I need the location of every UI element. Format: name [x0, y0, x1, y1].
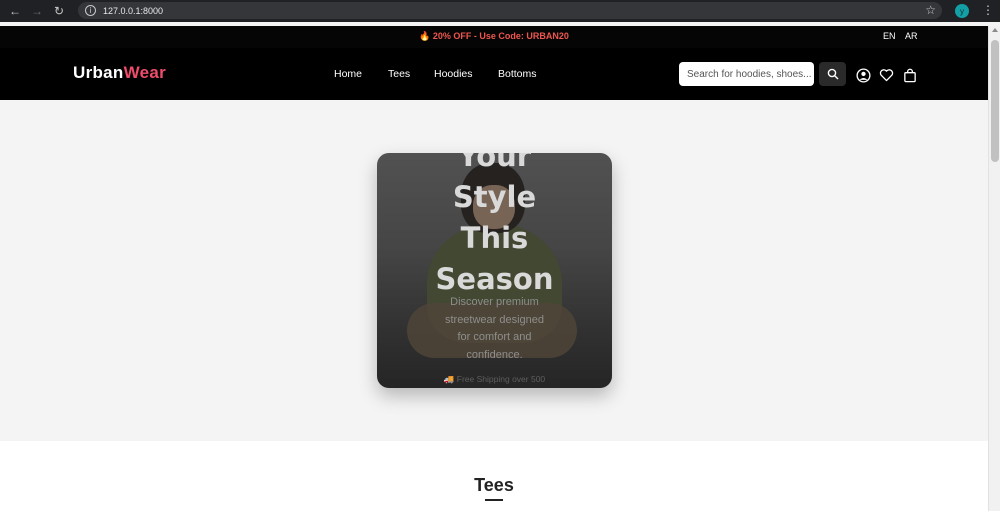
scroll-up-arrow[interactable]	[992, 28, 998, 32]
hero-title-line: Style	[452, 180, 537, 214]
forward-icon[interactable]: →	[30, 4, 44, 18]
address-url: 127.0.0.1:8000	[103, 5, 164, 16]
search-button[interactable]	[819, 62, 846, 86]
logo-urban: Urban	[73, 63, 124, 82]
site-logo[interactable]: UrbanWear	[73, 63, 166, 83]
lang-en-link[interactable]: EN	[883, 31, 896, 41]
hero-subtitle: Discover premium streetwear designed for…	[444, 296, 545, 361]
browser-toolbar: ← → ↻ i 127.0.0.1:8000 ☆ y ⋮	[0, 0, 1000, 22]
shopping-bag-icon	[904, 68, 916, 82]
search-icon	[827, 68, 838, 80]
reload-icon[interactable]: ↻	[52, 4, 66, 18]
cart-button[interactable]	[902, 67, 918, 83]
heart-icon	[879, 69, 893, 82]
free-shipping-note: 🚚 Free Shipping over 500	[443, 374, 546, 384]
user-circle-icon	[855, 67, 871, 83]
hero-title-line: This	[460, 221, 529, 255]
promo-message: 🔥 20% OFF - Use Code: URBAN20	[419, 31, 569, 41]
account-button[interactable]	[855, 67, 871, 83]
section-underline	[485, 499, 503, 501]
nav-bottoms[interactable]: Bottoms	[498, 68, 537, 80]
logo-wear: Wear	[123, 63, 167, 82]
site-header: UrbanWear Home Tees Hoodies Bottoms	[0, 48, 988, 100]
hero-section: Your Style This Season Discover premium …	[0, 100, 988, 441]
site-info-icon[interactable]: i	[85, 5, 96, 16]
page-scrollbar[interactable]	[988, 26, 1000, 511]
wishlist-button[interactable]	[878, 67, 894, 83]
section-title: Tees	[474, 475, 514, 495]
promo-bar: 🔥 20% OFF - Use Code: URBAN20 EN AR	[0, 26, 988, 48]
address-bar[interactable]: i 127.0.0.1:8000 ☆	[78, 2, 942, 19]
scroll-thumb[interactable]	[991, 40, 999, 162]
nav-home[interactable]: Home	[334, 68, 362, 80]
lang-ar-link[interactable]: AR	[905, 31, 918, 41]
tees-section: Tees	[0, 441, 988, 511]
profile-avatar[interactable]: y	[955, 4, 969, 18]
search-input[interactable]	[679, 62, 814, 86]
nav-hoodies[interactable]: Hoodies	[434, 68, 473, 80]
nav-tees[interactable]: Tees	[388, 68, 410, 80]
hero-title-line: Your	[457, 153, 532, 173]
back-icon[interactable]: ←	[8, 4, 22, 18]
hero-title: Your Style This Season	[377, 153, 612, 300]
hero-card: Your Style This Season Discover premium …	[377, 153, 612, 388]
browser-menu-icon[interactable]: ⋮	[982, 3, 994, 17]
bookmark-star-icon[interactable]: ☆	[925, 3, 936, 17]
